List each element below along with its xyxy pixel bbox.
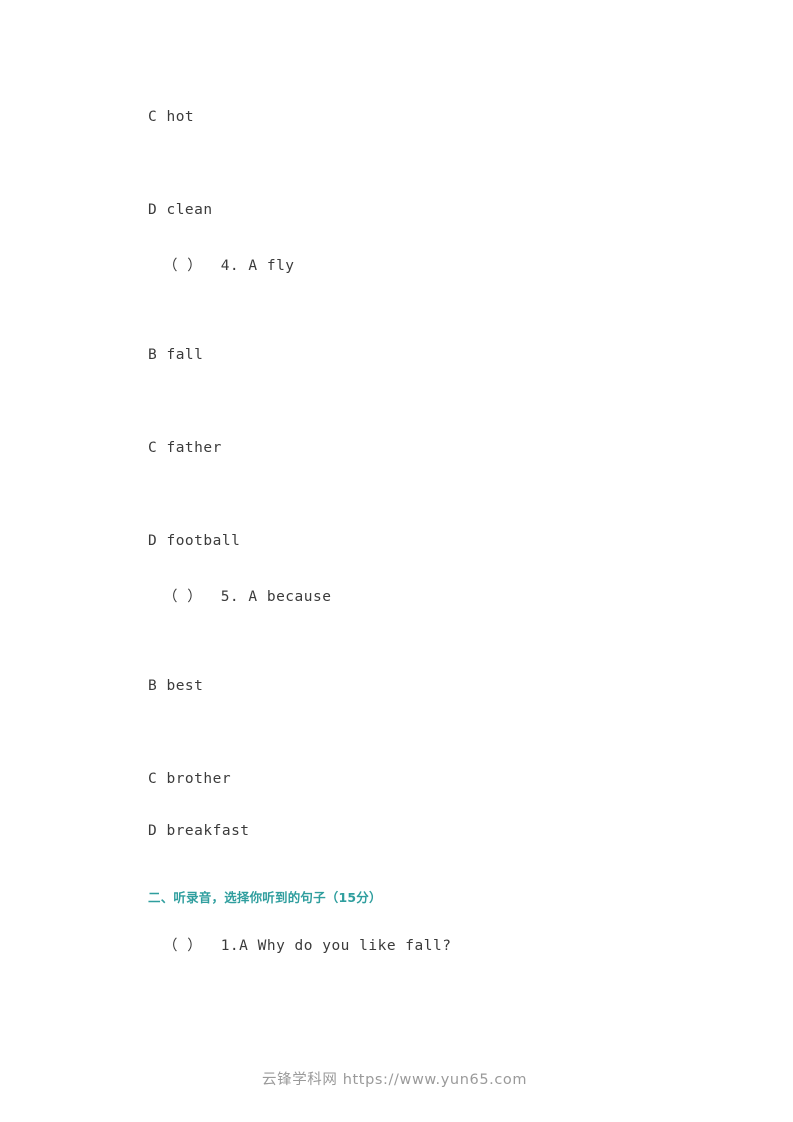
document-page: C hot D clean （ ） 4. A fly B fall C fath… (0, 0, 793, 1122)
answer-option-line: D clean (148, 202, 213, 218)
answer-option-line: D football (148, 533, 241, 549)
question-item-line: （ ） 1.A Why do you like fall? (163, 938, 452, 954)
answer-option-line: C brother (148, 771, 232, 787)
answer-option-line: C hot (148, 109, 195, 125)
question-item-line: （ ） 5. A because (163, 589, 332, 605)
answer-option-line: B best (148, 678, 204, 694)
watermark: 云锋学科网 https://www.yun65.com (262, 1072, 528, 1088)
answer-option-line: B fall (148, 347, 204, 363)
question-item-line: （ ） 4. A fly (163, 258, 295, 274)
answer-option-line: D breakfast (148, 823, 250, 839)
answer-option-line: C father (148, 440, 222, 456)
section-heading: 二、听录音，选择你听到的句子（15分） (148, 890, 382, 905)
